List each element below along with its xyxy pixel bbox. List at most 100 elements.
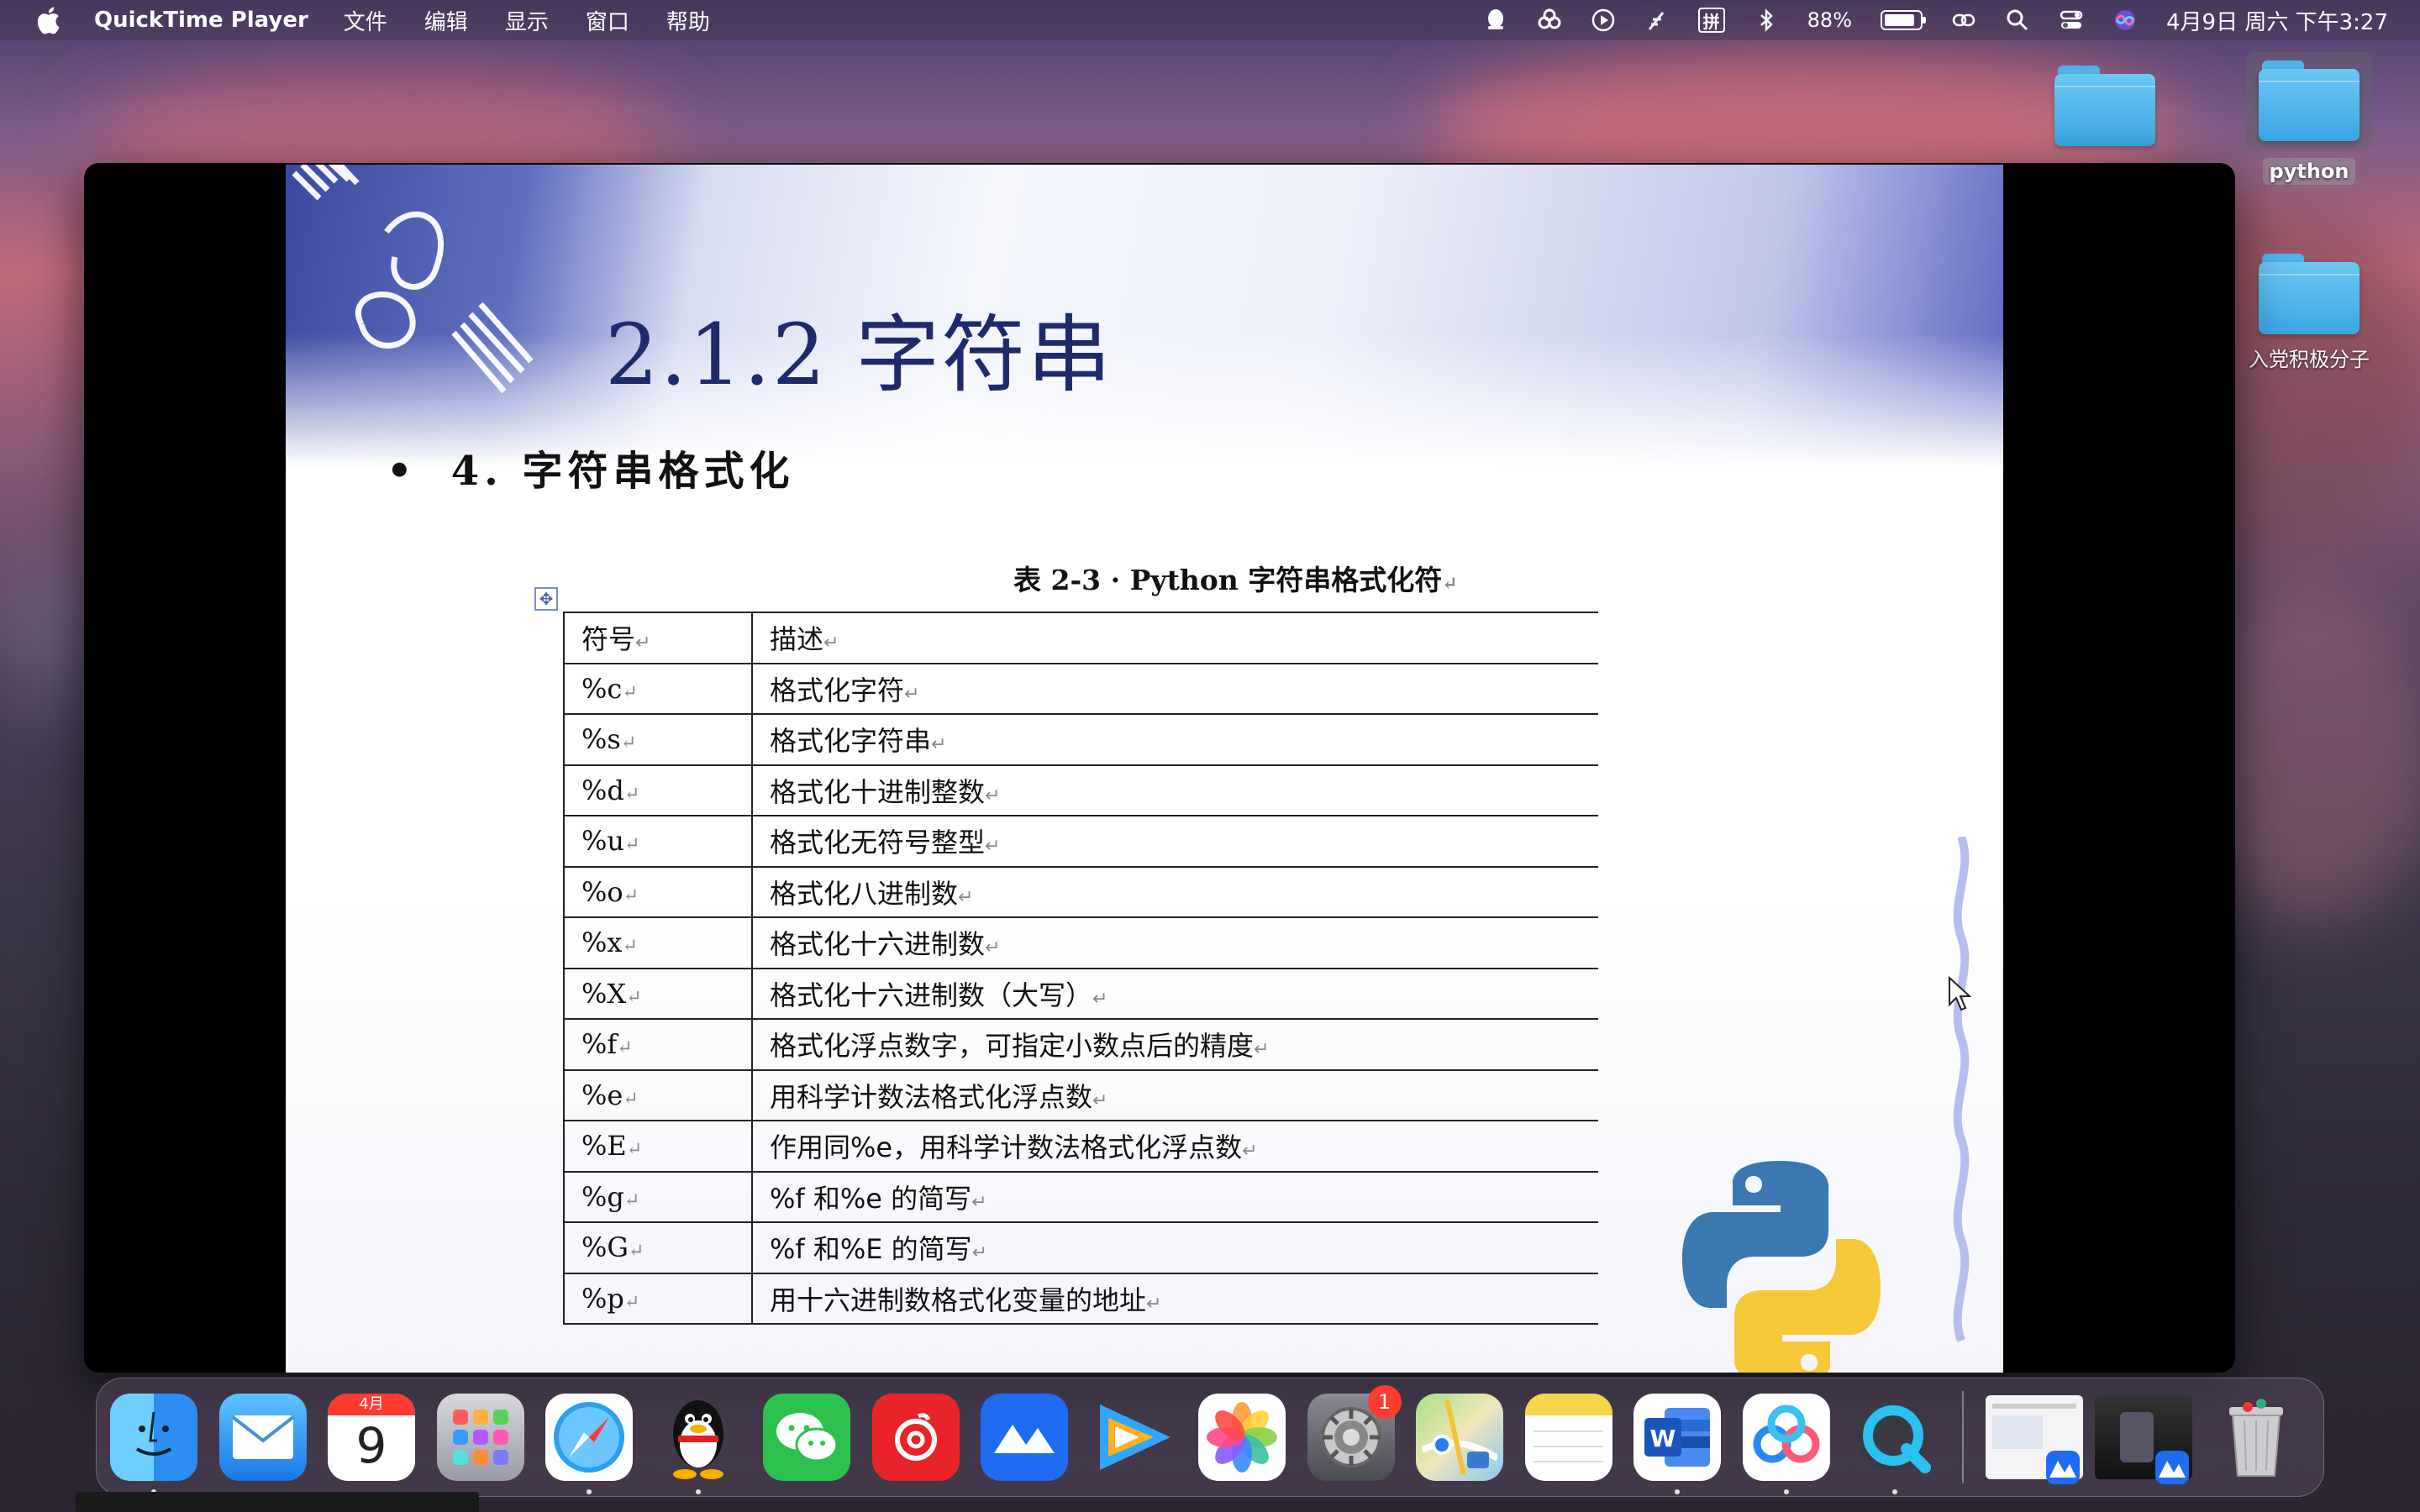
dock-qq[interactable] [655, 1394, 742, 1494]
format-symbol-cell: %u↵ [563, 815, 753, 868]
baidu-netdisk-status-icon[interactable] [1537, 8, 1562, 33]
menubar-clock[interactable]: 4月9日 周六 下午3:27 [2166, 5, 2388, 36]
status-area: 拼 88% 4月9日 周六 下午3:27 [1483, 0, 2388, 40]
dock-minimized-window[interactable] [1985, 1395, 2083, 1484]
format-description-cell: 作用同%e，用科学计数法格式化浮点数↵ [752, 1120, 1598, 1173]
calendar-day: 9 [355, 1417, 387, 1474]
menu-view[interactable]: 显示 [505, 5, 549, 36]
tencent-video-icon [1090, 1394, 1177, 1481]
qq-status-icon[interactable] [1483, 8, 1508, 33]
dock-photos[interactable] [1198, 1394, 1286, 1481]
video-frame-slide: 2.1.2 字符串 • 4. 字符串格式化 表 2-3 · Python 字符串格… [286, 165, 2003, 1373]
dock-word[interactable]: W [1634, 1394, 1721, 1494]
dock-safari[interactable] [545, 1394, 633, 1494]
format-description-cell: 格式化无符号整型↵ [752, 815, 1598, 868]
bluetooth-icon[interactable] [1754, 8, 1779, 33]
header-description: 描述↵ [752, 612, 1598, 664]
finder-icon [110, 1394, 197, 1481]
lark-badge-icon [2154, 1451, 2189, 1484]
format-description-cell: 格式化十六进制数↵ [752, 916, 1598, 969]
battery-percent: 88% [1807, 8, 1852, 32]
qq-penguin-icon [655, 1394, 742, 1481]
feather-status-icon[interactable] [1644, 8, 1670, 33]
battery-icon[interactable] [1881, 10, 1926, 30]
menu-file[interactable]: 文件 [344, 5, 387, 36]
calendar-month: 4月 [328, 1394, 415, 1415]
desktop-folder-label: python [2262, 158, 2356, 185]
mouse-cursor-icon [1949, 976, 1972, 1011]
dock-minimized-window[interactable] [2094, 1395, 2192, 1484]
siri-icon[interactable] [2112, 8, 2138, 33]
dock-netease-music[interactable] [871, 1394, 960, 1481]
dock-launchpad[interactable] [436, 1394, 524, 1481]
format-description-cell: 格式化字符↵ [752, 662, 1598, 715]
control-center-icon[interactable] [2059, 8, 2084, 33]
table-header-row: 符号↵ 描述↵ [563, 612, 1598, 664]
format-symbol-cell: %o↵ [563, 865, 753, 918]
input-method-icon[interactable]: 拼 [1697, 8, 1725, 33]
dock-calendar[interactable]: 4月 9 [328, 1394, 415, 1481]
baidu-netdisk-icon [1742, 1394, 1830, 1481]
bullet-text: 4. 字符串格式化 [450, 448, 795, 495]
selection-highlight [2246, 52, 2372, 150]
desktop-folder-party[interactable]: 入党积极分子 [2246, 254, 2372, 372]
app-menu[interactable]: QuickTime Player [94, 8, 308, 33]
format-description-cell: 格式化字符串↵ [752, 713, 1598, 766]
dock-maps[interactable] [1416, 1394, 1503, 1481]
running-indicator [587, 1489, 592, 1494]
lark-badge-icon [2045, 1451, 2080, 1484]
maps-icon [1416, 1394, 1503, 1481]
table-row: %G↵ %f 和%E 的简写↵ [563, 1221, 1598, 1274]
format-symbol-cell: %g↵ [563, 1170, 753, 1223]
table-move-handle-icon: ✥ [534, 587, 558, 611]
dock-mail[interactable] [218, 1394, 307, 1481]
quicktime-icon [1851, 1394, 1939, 1481]
spotlight-search-icon[interactable] [2005, 8, 2030, 33]
apple-menu-icon[interactable] [35, 6, 60, 34]
netease-music-icon [871, 1394, 960, 1481]
menu-window[interactable]: 窗口 [586, 5, 629, 36]
dock-tencent-video[interactable] [1090, 1394, 1177, 1481]
slide-title: 2.1.2 字符串 [605, 306, 1113, 404]
table-row: %p↵ 用十六进制数格式化变量的地址↵ [563, 1272, 1598, 1325]
running-indicator [1892, 1489, 1897, 1494]
format-symbol-cell: %X↵ [563, 967, 753, 1020]
desktop-folder-python[interactable]: python [2246, 52, 2372, 185]
header-symbol: 符号↵ [563, 612, 753, 664]
play-status-icon[interactable] [1591, 8, 1616, 33]
lark-icon [981, 1394, 1068, 1481]
menu-bar: QuickTime Player 文件 编辑 显示 窗口 帮助 拼 88% 4月… [0, 0, 2420, 40]
dock-wechat[interactable] [763, 1394, 850, 1481]
table-row: %u↵ 格式化无符号整型↵ [563, 815, 1598, 868]
format-symbol-cell: %c↵ [563, 662, 753, 715]
running-indicator [1675, 1489, 1680, 1494]
quicktime-video-window[interactable]: 2.1.2 字符串 • 4. 字符串格式化 表 2-3 · Python 字符串格… [84, 163, 2235, 1373]
format-specifier-table: 符号↵ 描述↵ %c↵ 格式化字符↵ %s↵ 格式化字符串↵ %d↵ 格式化十进制整数↵%… [563, 612, 1598, 1325]
desktop-folder-unnamed[interactable] [2042, 66, 2168, 146]
format-description-cell: %f 和%E 的简写↵ [752, 1221, 1598, 1274]
wechat-icon [763, 1394, 850, 1481]
desktop-folder-label: 入党积极分子 [2249, 348, 2370, 371]
bullet-marker: • [387, 448, 418, 495]
format-description-cell: 用科学计数法格式化浮点数↵ [752, 1068, 1598, 1121]
menu-edit[interactable]: 编辑 [424, 5, 468, 36]
dock-notes[interactable] [1524, 1394, 1612, 1481]
format-symbol-cell: %s↵ [563, 713, 753, 766]
dock-lark[interactable] [981, 1394, 1068, 1481]
partial-window-strip [76, 1492, 479, 1512]
format-description-cell: 格式化八进制数↵ [752, 865, 1598, 918]
dock-quicktime[interactable] [1851, 1394, 1939, 1494]
dock-trash[interactable] [2212, 1394, 2300, 1481]
mail-icon [218, 1394, 307, 1481]
safari-icon [545, 1394, 633, 1481]
calendar-icon: 4月 9 [328, 1394, 415, 1481]
dock-finder[interactable] [110, 1394, 197, 1494]
dock-baidu-netdisk[interactable] [1742, 1394, 1830, 1494]
menu-help[interactable]: 帮助 [666, 5, 710, 36]
word-icon: W [1634, 1394, 1721, 1481]
table-row: %E↵ 作用同%e，用科学计数法格式化浮点数↵ [563, 1120, 1598, 1173]
paragraph-mark: ↵ [1442, 573, 1458, 595]
dock-system-preferences[interactable]: 1 [1307, 1385, 1402, 1481]
launchpad-icon [436, 1394, 524, 1481]
link-status-icon[interactable] [1951, 8, 1976, 33]
